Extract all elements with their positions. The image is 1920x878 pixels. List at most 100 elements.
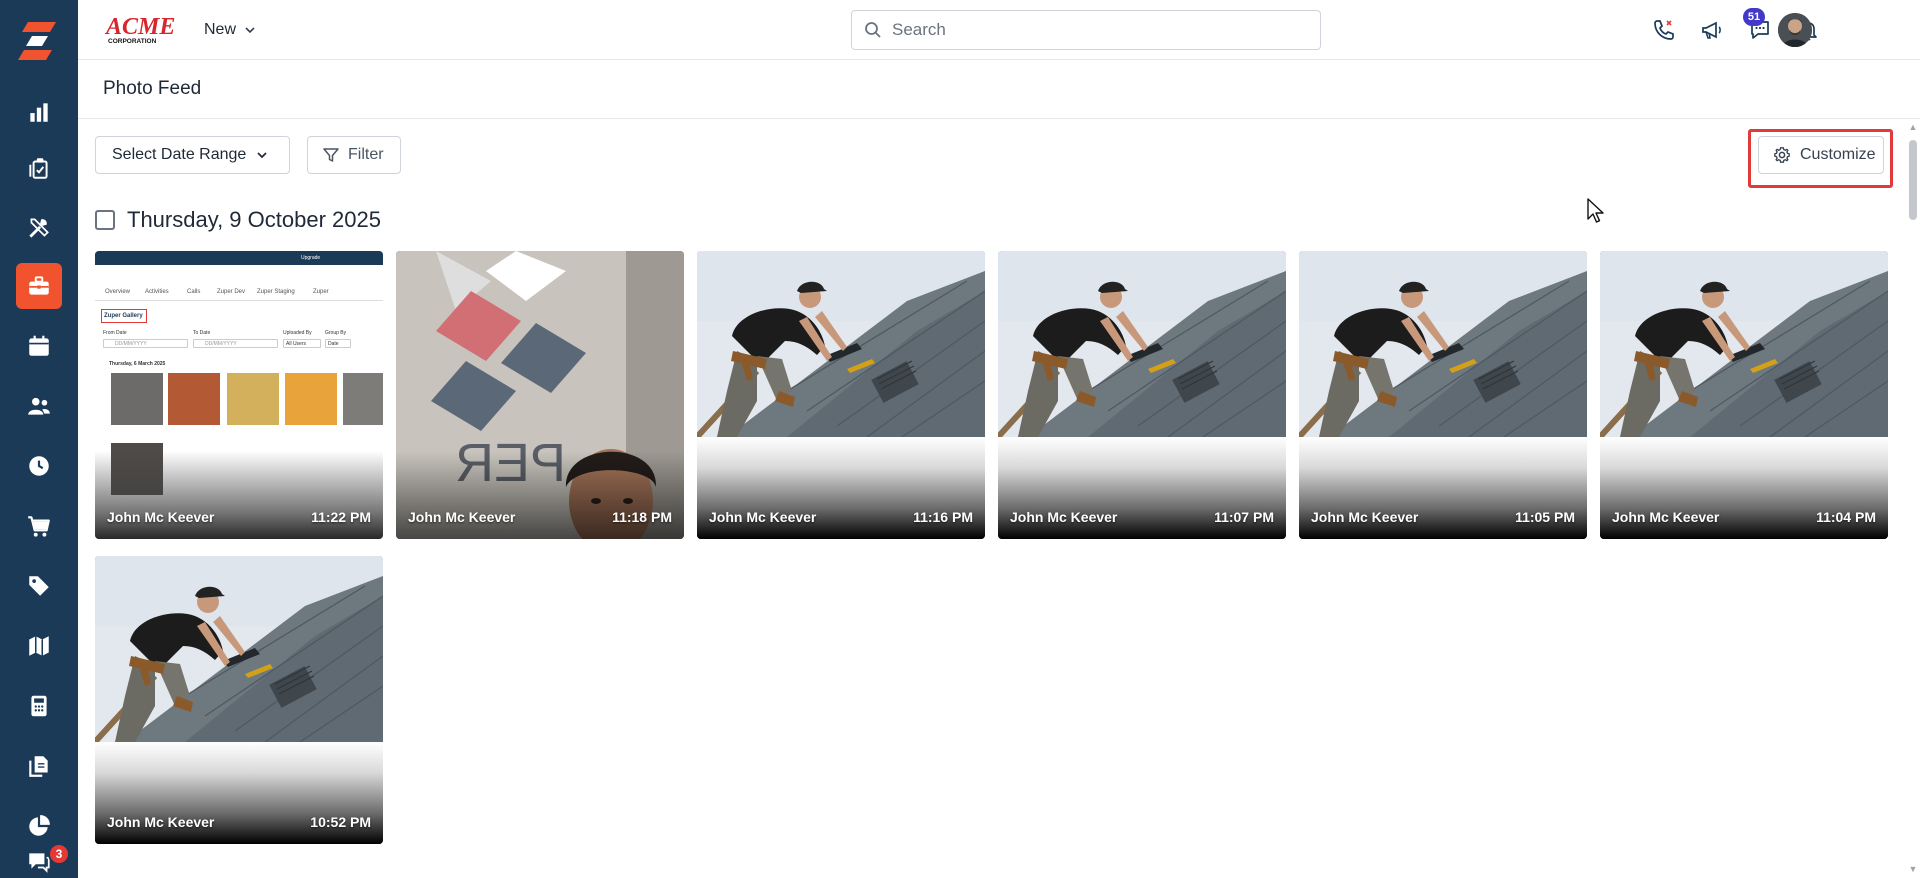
date-group-label: Thursday, 9 October 2025 xyxy=(127,207,381,232)
sidebar-item-reports[interactable] xyxy=(16,803,62,849)
select-date-checkbox[interactable] xyxy=(95,210,115,230)
search-icon xyxy=(865,22,881,38)
sidebar-item-schedule[interactable] xyxy=(16,323,62,369)
filter-button[interactable]: Filter xyxy=(307,136,401,174)
photo-card[interactable]: John Mc Keever 10:52 PM xyxy=(95,556,383,844)
sidebar-item-customers[interactable] xyxy=(16,383,62,429)
photo-card[interactable]: John Mc Keever 11:07 PM xyxy=(998,251,1286,539)
scroll-down-icon[interactable]: ▼ xyxy=(1908,864,1918,874)
phone-call-icon[interactable] xyxy=(1648,14,1680,46)
photo-meta: John Mc Keever 11:07 PM xyxy=(1010,509,1274,525)
svg-text:ACME: ACME xyxy=(104,14,175,40)
thumb-tab-label: Overview xyxy=(105,289,131,295)
calculator-icon xyxy=(31,695,47,717)
photo-meta: John Mc Keever 11:04 PM xyxy=(1612,509,1876,525)
thumb-image xyxy=(227,373,279,425)
photo-meta: John Mc Keever 11:22 PM xyxy=(107,509,371,525)
photo-time: 11:16 PM xyxy=(913,509,973,525)
thumb-image xyxy=(343,373,383,425)
photo-time: 11:18 PM xyxy=(612,509,672,525)
gear-icon xyxy=(1774,147,1790,163)
roofer-photo xyxy=(95,556,383,742)
photo-time: 11:07 PM xyxy=(1214,509,1274,525)
photo-card[interactable]: John Mc Keever 11:16 PM xyxy=(697,251,985,539)
filter-label: Filter xyxy=(348,146,384,163)
app-root: 3 ACME CORPORATION New 51 xyxy=(0,0,1920,878)
sidebar-item-purchase[interactable] xyxy=(16,503,62,549)
photo-time: 11:05 PM xyxy=(1515,509,1575,525)
photo-author: John Mc Keever xyxy=(107,814,215,830)
photo-meta: John Mc Keever 10:52 PM xyxy=(107,814,371,830)
bar-chart-icon xyxy=(30,103,48,122)
sidebar-item-documents[interactable] xyxy=(16,743,62,789)
cart-icon xyxy=(28,516,50,537)
megaphone-icon[interactable] xyxy=(1696,14,1728,46)
photo-author: John Mc Keever xyxy=(408,509,516,525)
new-menu-button[interactable]: New xyxy=(204,18,256,42)
photo-author: John Mc Keever xyxy=(1612,509,1720,525)
app-logo-icon[interactable] xyxy=(16,18,62,64)
mouse-cursor-icon xyxy=(1587,198,1604,223)
page-title: Photo Feed xyxy=(103,78,202,99)
photo-card[interactable]: PERJohn Mc Keever11:18 PM xyxy=(396,251,684,539)
photo-card[interactable]: John Mc Keever 11:05 PM xyxy=(1299,251,1587,539)
sidebar-item-projects[interactable] xyxy=(16,263,62,309)
chevron-down-icon xyxy=(257,152,267,159)
briefcase-icon xyxy=(29,276,49,295)
photo-author: John Mc Keever xyxy=(1311,509,1419,525)
date-group-header: Thursday, 9 October 2025 xyxy=(95,207,381,232)
photo-time: 10:52 PM xyxy=(310,814,371,830)
sidebar-item-service[interactable] xyxy=(16,205,62,251)
calendar-icon xyxy=(29,335,49,356)
page-title-bar: Photo Feed xyxy=(78,60,1920,119)
roofer-photo xyxy=(1299,251,1587,437)
tag-icon xyxy=(29,576,49,596)
date-range-dropdown[interactable]: Select Date Range xyxy=(95,136,290,174)
photo-author: John Mc Keever xyxy=(107,509,215,525)
photo-author: John Mc Keever xyxy=(1010,509,1118,525)
search-input[interactable] xyxy=(892,20,1292,40)
scrollbar-thumb[interactable] xyxy=(1909,140,1917,220)
photo-author: John Mc Keever xyxy=(709,509,817,525)
sidebar-item-dashboard[interactable] xyxy=(16,89,62,135)
thumb-image xyxy=(168,373,220,425)
photo-time: 11:22 PM xyxy=(311,509,371,525)
page-scrollbar[interactable] xyxy=(1906,119,1920,878)
roofer-photo xyxy=(998,251,1286,437)
sidebar-item-products[interactable] xyxy=(16,563,62,609)
customize-button[interactable]: Customize xyxy=(1758,136,1884,174)
thumb-tab-label: Activities xyxy=(145,289,169,295)
roofer-photo xyxy=(1600,251,1888,437)
thumb-tab-label: Zuper xyxy=(313,289,329,295)
sidebar: 3 xyxy=(0,0,78,878)
chevron-down-icon xyxy=(245,27,255,34)
acme-logo[interactable]: ACME CORPORATION xyxy=(104,12,180,46)
photo-meta: John Mc Keever 11:16 PM xyxy=(709,509,973,525)
photo-card[interactable]: John Mc Keever 11:04 PM xyxy=(1600,251,1888,539)
chat-unread-badge: 3 xyxy=(48,843,70,865)
users-icon xyxy=(28,397,50,415)
roofer-photo xyxy=(697,251,985,437)
tools-icon xyxy=(29,218,49,238)
photo-meta: John Mc Keever 11:18 PM xyxy=(408,509,672,525)
new-menu-label: New xyxy=(204,21,237,38)
sidebar-item-invoices[interactable] xyxy=(16,683,62,729)
thumb-tab-label: Zuper Dev xyxy=(217,289,246,295)
filter-icon xyxy=(323,148,339,162)
date-range-label: Select Date Range xyxy=(112,146,247,163)
pie-chart-icon xyxy=(29,815,50,836)
svg-text:CORPORATION: CORPORATION xyxy=(108,38,157,45)
scroll-up-icon[interactable]: ▲ xyxy=(1908,122,1918,132)
clipboard-check-icon xyxy=(29,158,48,179)
global-search[interactable] xyxy=(851,10,1321,50)
map-icon xyxy=(29,636,49,656)
photo-card[interactable]: Upgrade Overview Activities Calls Zuper Dev Z… xyxy=(95,251,383,539)
thumb-image xyxy=(285,373,337,425)
user-avatar[interactable] xyxy=(1778,13,1812,47)
sidebar-item-map[interactable] xyxy=(16,623,62,669)
thumb-image xyxy=(111,373,163,425)
sidebar-item-jobs[interactable] xyxy=(16,145,62,191)
sidebar-item-timesheets[interactable] xyxy=(16,443,62,489)
photo-meta: John Mc Keever 11:05 PM xyxy=(1311,509,1575,525)
top-header: ACME CORPORATION New 51 xyxy=(78,0,1920,60)
